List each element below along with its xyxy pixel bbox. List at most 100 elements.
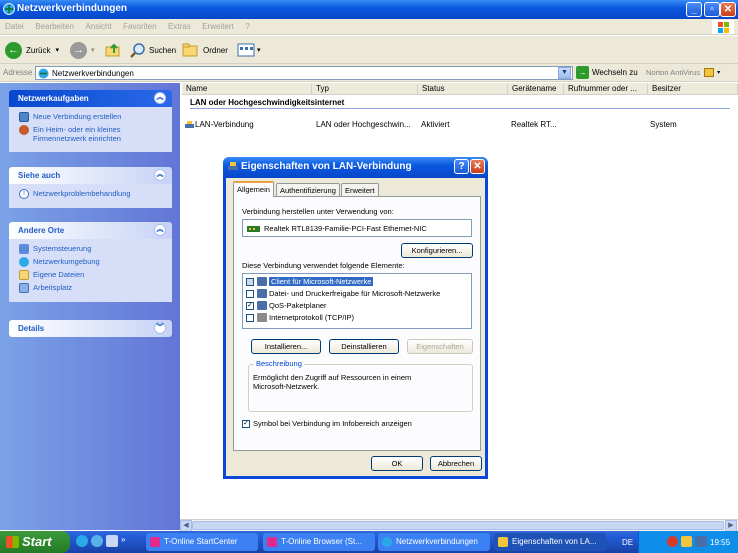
- panel-other-places-header[interactable]: Andere Orte ︽: [9, 222, 172, 239]
- tray-icon-option[interactable]: ✓ Symbol bei Verbindung im Infobereich a…: [242, 419, 412, 428]
- folders-button[interactable]: Ordner: [182, 40, 228, 60]
- search-button[interactable]: Suchen: [130, 40, 176, 60]
- start-button[interactable]: Start: [0, 531, 70, 553]
- menu-view[interactable]: Ansicht: [80, 19, 115, 31]
- window-title-bar[interactable]: Netzwerkverbindungen _ ▫ ✕: [0, 0, 738, 19]
- collapse-chevron-icon[interactable]: ︽: [154, 169, 166, 181]
- views-button[interactable]: ▾: [237, 40, 261, 60]
- tray-antivirus-icon[interactable]: [667, 536, 678, 547]
- component-checkbox[interactable]: ✓: [246, 301, 254, 310]
- menu-advanced[interactable]: Erweitert: [197, 19, 238, 31]
- go-button[interactable]: → Wechseln zu: [576, 66, 638, 79]
- up-folder-button[interactable]: [105, 40, 121, 60]
- sidebar-item-control-panel[interactable]: Systemsteuerung: [19, 244, 172, 254]
- configure-button[interactable]: Konfigurieren...: [401, 243, 473, 258]
- system-tray: 19:55: [638, 531, 738, 553]
- panel-details-header[interactable]: Details ︾: [9, 320, 172, 337]
- dialog-close-button[interactable]: ✕: [470, 159, 485, 174]
- sidebar-item-my-computer[interactable]: Arbeitsplatz: [19, 283, 172, 293]
- back-arrow-icon: ←: [5, 41, 22, 59]
- list-item-client[interactable]: Client für Microsoft-Netzwerke: [246, 276, 374, 287]
- clock[interactable]: 19:55: [710, 538, 730, 547]
- minimize-button[interactable]: _: [686, 2, 702, 17]
- norton-antivirus-button[interactable]: Norton AntiVirus ▾: [646, 68, 720, 77]
- sidebar-item-new-connection[interactable]: Neue Verbindung erstellen: [19, 112, 172, 122]
- close-button[interactable]: ✕: [720, 2, 736, 17]
- column-type[interactable]: Typ: [312, 84, 418, 94]
- ok-button[interactable]: OK: [371, 456, 423, 471]
- tray-network-icon[interactable]: [695, 536, 707, 547]
- dialog-title-bar[interactable]: Eigenschaften von LAN-Verbindung ? ✕: [223, 157, 488, 178]
- help-button[interactable]: ?: [454, 159, 469, 174]
- address-input[interactable]: Netzwerkverbindungen: [35, 66, 573, 80]
- uninstall-button[interactable]: Deinstallieren: [329, 339, 399, 354]
- cancel-button[interactable]: Abbrechen: [430, 456, 482, 471]
- sidebar-item-network-places[interactable]: Netzwerkumgebung: [19, 257, 172, 267]
- lan-connection-icon: [185, 121, 194, 128]
- list-item-tcpip[interactable]: Internetprotokoll (TCP/IP): [246, 312, 354, 323]
- quick-launch-more-icon[interactable]: »: [121, 535, 125, 547]
- quick-launch: »: [76, 535, 125, 547]
- quick-launch-mail-icon[interactable]: [91, 535, 103, 547]
- search-icon: [130, 43, 145, 58]
- component-checkbox[interactable]: [246, 277, 254, 286]
- task-network-connections[interactable]: Netzwerkverbindungen: [378, 533, 490, 551]
- components-label: Diese Verbindung verwendet folgende Elem…: [242, 261, 405, 270]
- maximize-button[interactable]: ▫: [704, 2, 720, 17]
- network-adapter-icon: [247, 225, 260, 232]
- expand-chevron-icon[interactable]: ︾: [154, 322, 166, 334]
- component-checkbox[interactable]: [246, 289, 254, 298]
- list-item-qos[interactable]: ✓ QoS-Paketplaner: [246, 300, 327, 311]
- description-text: Ermöglicht den Zugriff auf Ressourcen in…: [253, 373, 412, 391]
- collapse-chevron-icon[interactable]: ︽: [154, 224, 166, 236]
- description-group: Beschreibung Ermöglicht den Zugriff auf …: [248, 359, 473, 412]
- windows-logo-icon: [712, 20, 734, 34]
- address-dropdown-button[interactable]: ▼: [558, 67, 571, 79]
- row-owner-cell: System: [650, 120, 677, 129]
- task-tonline-browser[interactable]: T-Online Browser (St...: [263, 533, 375, 551]
- folders-icon: [182, 43, 198, 57]
- tab-general[interactable]: Allgemein: [233, 181, 274, 197]
- panel-see-also-header[interactable]: Siehe auch ︽: [9, 167, 172, 184]
- address-bar: Adresse Netzwerkverbindungen ▼ → Wechsel…: [0, 64, 738, 82]
- horizontal-scrollbar[interactable]: ◀ ▶: [180, 519, 738, 532]
- forward-button[interactable]: → ▾: [70, 40, 95, 60]
- collapse-chevron-icon[interactable]: ︽: [154, 92, 166, 104]
- column-device[interactable]: Gerätename: [508, 84, 564, 94]
- sidebar-item-my-documents[interactable]: Eigene Dateien: [19, 270, 172, 280]
- language-indicator[interactable]: DE: [622, 538, 633, 547]
- description-legend: Beschreibung: [254, 359, 304, 368]
- tray-norton-icon[interactable]: [681, 536, 692, 547]
- tab-authentication[interactable]: Authentifizierung: [276, 183, 340, 196]
- menu-edit[interactable]: Bearbeiten: [30, 19, 78, 31]
- menu-bar: Datei Bearbeiten Ansicht Favoriten Extra…: [0, 19, 738, 35]
- menu-tools[interactable]: Extras: [163, 19, 195, 31]
- task-properties-dialog[interactable]: Eigenschaften von LA...: [494, 533, 606, 551]
- scroll-thumb[interactable]: [192, 521, 724, 530]
- install-button[interactable]: Installieren...: [251, 339, 321, 354]
- properties-button[interactable]: Eigenschaften: [407, 339, 473, 354]
- list-item-file-sharing[interactable]: Datei- und Druckerfreigabe für Microsoft…: [246, 288, 440, 299]
- component-checkbox[interactable]: [246, 313, 254, 322]
- task-tonline-startcenter[interactable]: T-Online StartCenter: [146, 533, 258, 551]
- tonline-icon: [150, 537, 160, 547]
- panel-network-tasks-header[interactable]: Netzwerkaufgaben ︽: [9, 90, 172, 107]
- quick-launch-desktop-icon[interactable]: [106, 535, 118, 547]
- tab-advanced[interactable]: Erweitert: [341, 183, 379, 196]
- components-list: Client für Microsoft-Netzwerke Datei- un…: [242, 273, 472, 329]
- column-owner[interactable]: Besitzer: [648, 84, 738, 94]
- tray-icon-checkbox[interactable]: ✓: [242, 419, 250, 428]
- forward-arrow-icon: →: [70, 41, 87, 59]
- quick-launch-ie-icon[interactable]: [76, 535, 88, 547]
- sidebar-item-troubleshooter[interactable]: i Netzwerkproblembehandlung: [19, 189, 172, 199]
- menu-help[interactable]: ?: [240, 19, 253, 31]
- menu-favorites[interactable]: Favoriten: [118, 19, 160, 31]
- menu-file[interactable]: Datei: [0, 19, 28, 31]
- column-status[interactable]: Status: [418, 84, 508, 94]
- column-phone[interactable]: Rufnummer oder ...: [564, 84, 648, 94]
- back-button[interactable]: ← Zurück ▾: [5, 40, 59, 60]
- sidebar-item-home-network[interactable]: Ein Heim- oder ein kleines Firmennetzwer…: [19, 125, 172, 143]
- column-name[interactable]: Name: [182, 84, 312, 94]
- control-panel-icon: [19, 244, 29, 254]
- dialog-title: Eigenschaften von LAN-Verbindung: [241, 161, 412, 172]
